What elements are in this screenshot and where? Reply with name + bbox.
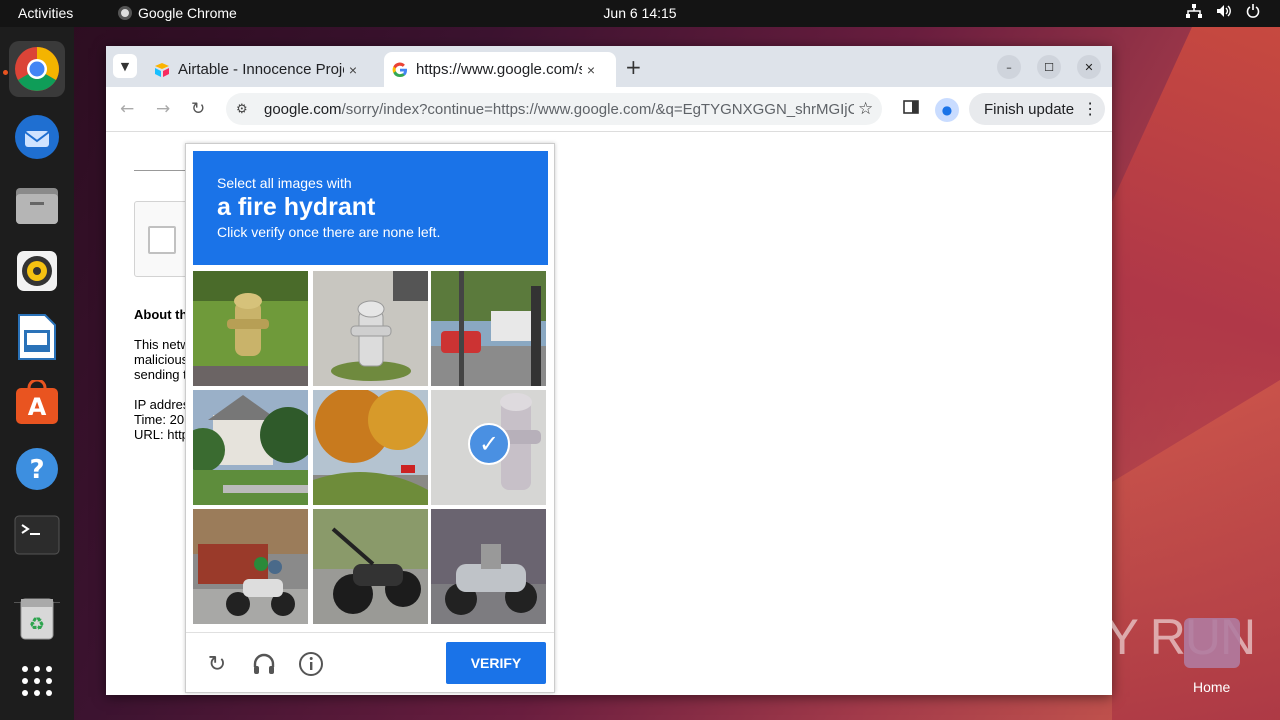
captcha-grid: ✓ — [193, 271, 548, 626]
site-info-icon[interactable]: ⚙ — [236, 101, 256, 117]
reload-icon[interactable]: ↻ — [191, 99, 205, 119]
minimize-button[interactable]: – — [997, 55, 1021, 79]
rhythmbox-icon — [17, 251, 57, 291]
dock-rhythmbox[interactable] — [9, 243, 65, 299]
url-path: /sorry/index?continue=https://www.google… — [341, 100, 854, 118]
back-icon[interactable]: ← — [120, 99, 134, 119]
close-icon: ✕ — [1084, 60, 1094, 74]
captcha-tile[interactable] — [193, 509, 308, 624]
captcha-tile[interactable] — [431, 509, 546, 624]
about-heading: About th — [134, 307, 188, 322]
captcha-tile[interactable] — [313, 271, 428, 386]
audio-challenge-icon[interactable] — [251, 651, 277, 677]
side-panel-icon[interactable] — [903, 99, 919, 119]
network-icon — [1186, 4, 1202, 21]
captcha-tile-selected[interactable]: ✓ — [431, 390, 546, 505]
dock-terminal[interactable] — [9, 507, 65, 563]
minimize-icon: – — [1006, 60, 1012, 74]
checkmark-icon: ✓ — [468, 423, 510, 465]
profile-avatar[interactable]: ● — [935, 98, 959, 122]
maximize-icon: ☐ — [1044, 60, 1054, 74]
maximize-button[interactable]: ☐ — [1037, 55, 1061, 79]
system-tray[interactable] — [1186, 4, 1260, 21]
address-bar[interactable]: ⚙ google.com/sorry/index?continue=https:… — [226, 93, 882, 125]
tab-strip: ▼ Airtable - Innocence Project × https:/… — [106, 46, 1112, 87]
captcha-tile[interactable] — [313, 509, 428, 624]
captcha-challenge: Select all images with a fire hydrant Cl… — [185, 143, 555, 693]
power-icon — [1246, 4, 1260, 21]
running-indicator — [3, 70, 8, 75]
captcha-footer: ↻ VERIFY — [186, 632, 554, 692]
help-icon: ? — [16, 448, 58, 490]
captcha-tile[interactable] — [193, 390, 308, 505]
request-details: IP addres Time: 20 URL: http — [134, 397, 189, 442]
info-paragraph: This netw malicious sending t — [134, 337, 190, 382]
ip-line: IP addres — [134, 397, 190, 412]
captcha-instruction: Select all images with — [217, 175, 352, 191]
chevron-down-icon: ▼ — [120, 59, 130, 73]
dock-software[interactable]: A — [9, 375, 65, 431]
dock-trash[interactable]: ♻ — [9, 590, 65, 646]
clock[interactable]: Jun 6 14:15 — [0, 5, 1280, 21]
software-store-icon: A — [16, 380, 58, 424]
info-line: sending t — [134, 367, 187, 382]
svg-text:?: ? — [29, 455, 44, 485]
airtable-favicon — [155, 62, 169, 77]
kebab-menu-icon: ⋮ — [1082, 101, 1099, 118]
bookmark-star-icon[interactable]: ☆ — [858, 99, 873, 119]
dock-help[interactable]: ? — [9, 441, 65, 497]
dock-files[interactable] — [9, 177, 65, 233]
captcha-header: Select all images with a fire hydrant Cl… — [193, 151, 548, 265]
finish-update-label: Finish update — [984, 100, 1075, 118]
person-icon: ● — [941, 103, 953, 117]
finish-update-button[interactable]: Finish update ⋮ — [969, 93, 1105, 125]
info-line: This netw — [134, 337, 190, 352]
forward-icon[interactable]: → — [156, 99, 170, 119]
svg-text:A: A — [28, 393, 47, 421]
reload-challenge-icon[interactable]: ↻ — [204, 651, 230, 677]
google-favicon — [392, 62, 407, 77]
dock-thunderbird[interactable] — [9, 109, 65, 165]
dock-chrome[interactable] — [9, 41, 65, 97]
captcha-target: a fire hydrant — [217, 193, 376, 221]
url-text[interactable]: google.com/sorry/index?continue=https://… — [264, 101, 854, 118]
svg-text:♻: ♻ — [29, 614, 45, 635]
info-line: malicious — [134, 352, 189, 367]
captcha-tile[interactable] — [193, 271, 308, 386]
show-apps-button[interactable] — [9, 653, 65, 709]
top-bar: Activities Google Chrome Jun 6 14:15 — [0, 0, 1280, 27]
new-tab-button[interactable]: + — [625, 55, 642, 79]
toolbar: ← → ↻ ⚙ google.com/sorry/index?continue=… — [106, 87, 1112, 132]
dock-impress[interactable] — [9, 309, 65, 365]
impress-icon — [18, 314, 56, 360]
trash-icon: ♻ — [20, 598, 54, 640]
apps-grid-icon — [22, 666, 52, 696]
info-icon[interactable] — [298, 651, 324, 677]
tab-search-button[interactable]: ▼ — [113, 54, 137, 78]
home-folder-icon[interactable] — [1184, 618, 1240, 668]
url-host: google.com — [264, 100, 342, 118]
thunderbird-icon — [15, 115, 59, 159]
files-icon — [16, 188, 58, 224]
close-icon[interactable]: × — [582, 62, 600, 78]
terminal-icon — [14, 515, 60, 555]
tab-google[interactable]: https://www.google.com/sorry/index × — [384, 52, 616, 87]
captcha-hint: Click verify once there are none left. — [217, 224, 441, 240]
time-line: Time: 20 — [134, 412, 185, 427]
close-icon[interactable]: × — [344, 62, 362, 78]
tab-airtable[interactable]: Airtable - Innocence Project × — [146, 52, 378, 87]
verify-button[interactable]: VERIFY — [446, 642, 546, 684]
home-folder-label: Home — [1193, 679, 1231, 695]
close-window-button[interactable]: ✕ — [1077, 55, 1101, 79]
captcha-tile[interactable] — [431, 271, 546, 386]
tab-title: https://www.google.com/sorry/index — [416, 61, 582, 78]
dock: A ? ♻ — [0, 27, 74, 720]
recaptcha-checkbox[interactable] — [148, 226, 176, 254]
url-line: URL: http — [134, 427, 189, 442]
volume-icon — [1216, 4, 1232, 21]
chrome-icon — [15, 47, 59, 91]
tab-title: Airtable - Innocence Project — [178, 61, 344, 78]
captcha-tile[interactable] — [313, 390, 428, 505]
